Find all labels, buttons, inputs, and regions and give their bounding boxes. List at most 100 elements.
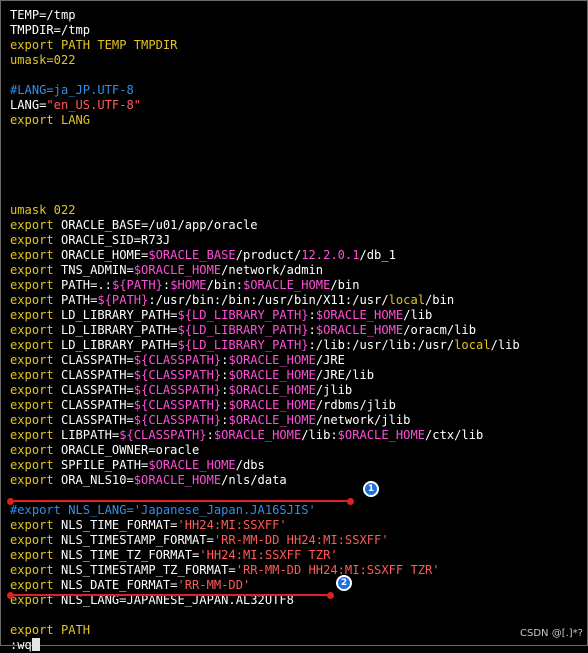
- editor-line: export ORACLE_HOME=$ORACLE_BASE/product/…: [10, 248, 396, 263]
- editor-line: export ORA_NLS10=$ORACLE_HOME/nls/data: [10, 473, 287, 488]
- code-token: NLS_TIME_TZ_FORMAT=: [60, 548, 200, 562]
- annotation-badge-1: 1: [363, 481, 379, 497]
- code-token: LIBPATH=: [60, 428, 120, 442]
- editor-line: export CLASSPATH=${CLASSPATH}:$ORACLE_HO…: [10, 398, 396, 413]
- code-token: export: [10, 533, 61, 547]
- editor-line: export CLASSPATH=${CLASSPATH}:$ORACLE_HO…: [10, 413, 410, 428]
- code-token: ORACLE_OWNER=oracle: [60, 443, 200, 457]
- code-token: umask 022: [10, 203, 76, 217]
- code-token: $HOME: [170, 278, 207, 292]
- code-token: 12.2.0.1: [301, 248, 360, 262]
- code-token: export: [10, 383, 61, 397]
- code-token: export: [10, 458, 61, 472]
- code-token: export: [10, 293, 61, 307]
- code-token: /bin: [425, 293, 455, 307]
- code-token: export: [10, 368, 61, 382]
- code-token: /oracm/lib: [403, 323, 476, 337]
- code-token: 'RR-MM-DD': [177, 578, 251, 592]
- code-token: :wq: [10, 638, 32, 652]
- code-token: :/lib:/usr/lib:/usr/: [308, 338, 455, 352]
- code-token: export: [10, 518, 61, 532]
- annotation-dot-end-1: [347, 498, 354, 505]
- code-token: 'HH24:MI:SSXFF TZR': [199, 548, 338, 562]
- code-token: export: [10, 263, 61, 277]
- code-token: local: [388, 293, 426, 307]
- text-cursor: [31, 638, 40, 651]
- editor-line: export ORACLE_SID=R73J: [10, 233, 170, 248]
- editor-line: export LD_LIBRARY_PATH=${LD_LIBRARY_PATH…: [10, 338, 520, 353]
- code-token: NLS_DATE_FORMAT=: [60, 578, 178, 592]
- code-token: export: [10, 428, 61, 442]
- code-token: TNS_ADMIN=: [60, 263, 134, 277]
- editor-line: export NLS_TIMESTAMP_FORMAT='RR-MM-DD HH…: [10, 533, 389, 548]
- editor-line: #export NLS_LANG='Japanese_Japan.JA16SJI…: [10, 503, 316, 518]
- editor-line: export LD_LIBRARY_PATH=${LD_LIBRARY_PATH…: [10, 308, 432, 323]
- editor-line: TMPDIR=/tmp: [10, 23, 90, 38]
- code-token: :/usr/bin:/bin:/usr/bin/X11:/usr/: [148, 293, 389, 307]
- code-token: /dbs: [235, 458, 265, 472]
- code-token: $ORACLE_HOME: [228, 413, 316, 427]
- code-token: TEMP=/tmp: [10, 8, 76, 22]
- code-token: CLASSPATH=: [60, 368, 134, 382]
- code-token: ${CLASSPATH}: [133, 398, 222, 412]
- code-token: ${PATH}: [111, 278, 163, 292]
- code-token: umask=022: [10, 53, 76, 67]
- code-token: local: [454, 338, 491, 352]
- editor-line: export PATH=.:${PATH}:$HOME/bin:$ORACLE_…: [10, 278, 360, 293]
- annotation-badge-2: 2: [336, 575, 352, 591]
- editor-line: export PATH TEMP TMPDIR: [10, 38, 177, 53]
- code-token: 'RR-MM-DD HH24:MI:SSXFF': [213, 533, 389, 547]
- code-token: $ORACLE_HOME: [315, 323, 404, 337]
- code-token: $ORACLE_HOME: [337, 428, 426, 442]
- code-token: export PATH TEMP TMPDIR: [10, 38, 178, 52]
- code-token: /network/jlib: [315, 413, 411, 427]
- code-token: NLS_TIMESTAMP_FORMAT=: [60, 533, 214, 547]
- code-token: /lib: [403, 308, 433, 322]
- code-token: ${LD_LIBRARY_PATH}: [177, 323, 309, 337]
- code-token: export: [10, 443, 61, 457]
- annotation-underline-2: [10, 594, 330, 596]
- code-token: PATH=.:: [60, 278, 112, 292]
- code-token: export: [10, 398, 61, 412]
- annotation-dot-end-2: [327, 592, 334, 599]
- code-token: CLASSPATH=: [60, 353, 134, 367]
- code-token: export: [10, 248, 61, 262]
- code-token: export: [10, 323, 61, 337]
- code-token: ${LD_LIBRARY_PATH}: [177, 308, 309, 322]
- editor-line: LANG="en_US.UTF-8": [10, 98, 141, 113]
- code-token: NLS_TIME_FORMAT=: [60, 518, 178, 532]
- code-token: :: [308, 308, 316, 322]
- editor-line: export LD_LIBRARY_PATH=${LD_LIBRARY_PATH…: [10, 323, 476, 338]
- code-token: 'HH24:MI:SSXFF': [177, 518, 287, 532]
- code-token: export: [10, 278, 61, 292]
- code-token: $ORACLE_HOME: [148, 458, 236, 472]
- code-token: /ctx/lib: [425, 428, 484, 442]
- code-token: ${LD_LIBRARY_PATH}: [177, 338, 309, 352]
- code-token: /product/: [235, 248, 302, 262]
- code-token: export: [10, 548, 61, 562]
- code-token: ${CLASSPATH}: [133, 353, 222, 367]
- terminal-window[interactable]: TEMP=/tmp TMPDIR=/tmp export PATH TEMP TMP…: [0, 0, 588, 652]
- code-token: export LANG: [10, 113, 91, 127]
- code-token: ORACLE_SID=R73J: [60, 233, 171, 247]
- code-token: /db_1: [359, 248, 396, 262]
- editor-line: export TNS_ADMIN=$ORACLE_HOME/network/ad…: [10, 263, 323, 278]
- editor-line: export NLS_TIME_TZ_FORMAT='HH24:MI:SSXFF…: [10, 548, 338, 563]
- code-token: export: [10, 563, 61, 577]
- code-token: /JRE/lib: [315, 368, 375, 382]
- code-token: $ORACLE_HOME: [315, 308, 404, 322]
- editor-line: umask 022: [10, 203, 76, 218]
- editor-line: export CLASSPATH=${CLASSPATH}:$ORACLE_HO…: [10, 353, 345, 368]
- code-token: export PATH: [10, 623, 91, 637]
- code-token: $ORACLE_HOME: [228, 383, 316, 397]
- code-token: :: [206, 428, 214, 442]
- code-token: /bin: [330, 278, 360, 292]
- code-token: $ORACLE_BASE: [148, 248, 236, 262]
- editor-line: export LANG: [10, 113, 90, 128]
- code-token: export: [10, 218, 61, 232]
- code-token: #export NLS_LANG='Japanese_Japan.JA16SJI…: [10, 503, 316, 517]
- editor-line: export NLS_TIMESTAMP_TZ_FORMAT='RR-MM-DD…: [10, 563, 440, 578]
- code-token: 'RR-MM-DD HH24:MI:SSXFF TZR': [235, 563, 440, 577]
- editor-line: export SPFILE_PATH=$ORACLE_HOME/dbs: [10, 458, 265, 473]
- code-token: CLASSPATH=: [60, 413, 134, 427]
